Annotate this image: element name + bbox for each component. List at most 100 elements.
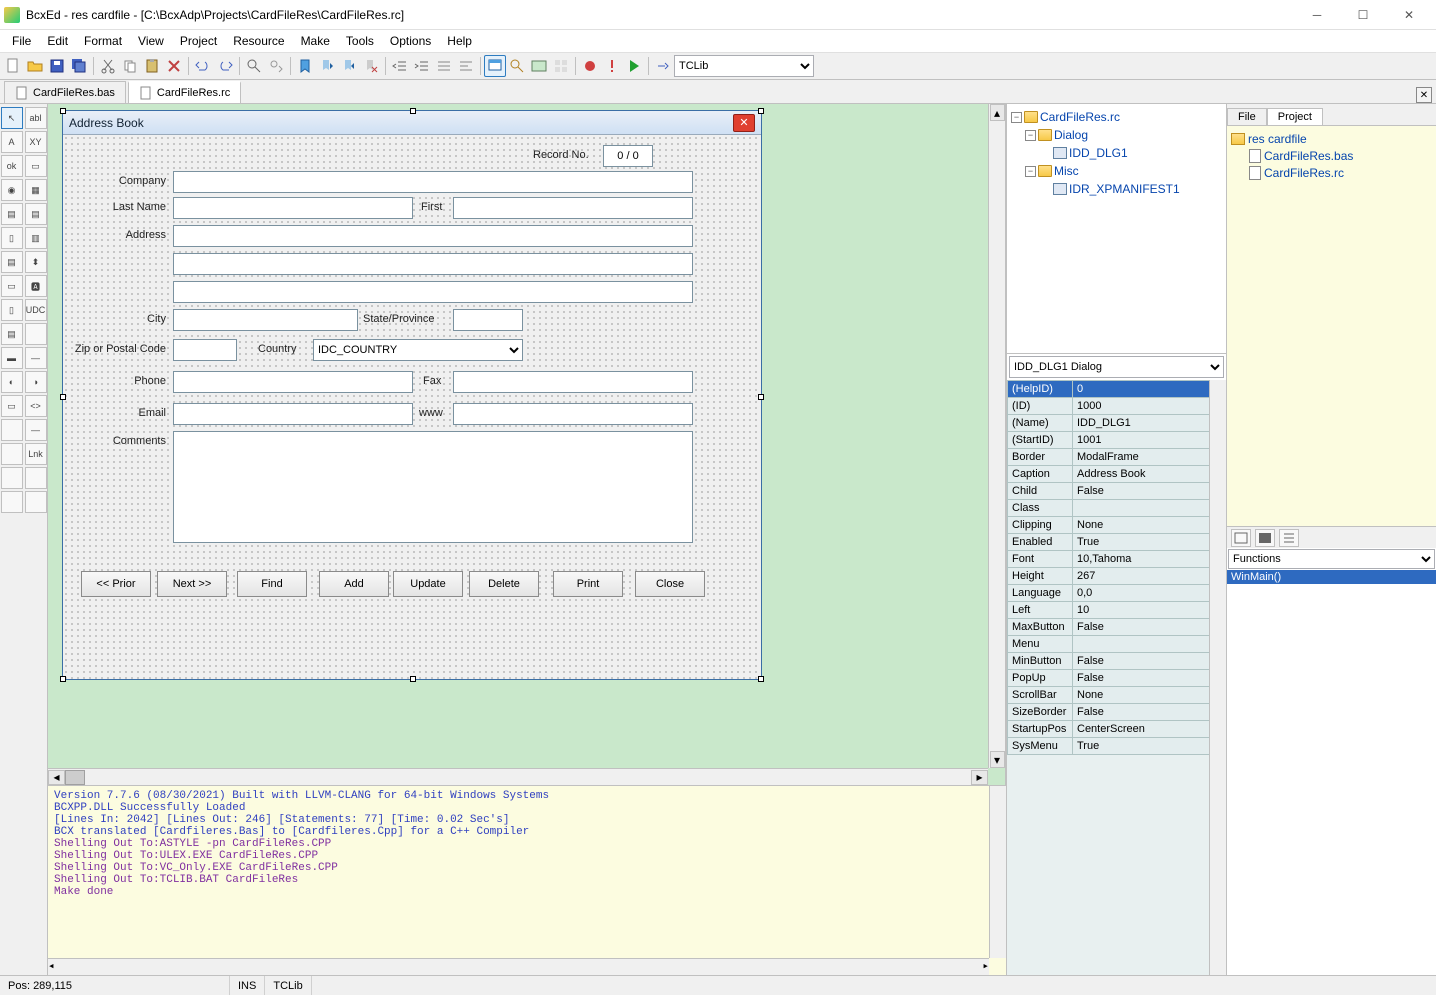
palette-tool[interactable] [25, 467, 47, 489]
functions-list[interactable]: WinMain() [1227, 570, 1436, 975]
dialog-preview[interactable]: Address Book ✕ Record No. Company Last N… [62, 110, 762, 680]
indent-button[interactable] [411, 55, 433, 77]
palette-tool[interactable]: — [25, 419, 47, 441]
resource-tree[interactable]: −CardFileRes.rc −Dialog IDD_DLG1 −Misc I… [1007, 104, 1226, 354]
doc-tab[interactable]: CardFileRes.bas [4, 81, 126, 103]
test-dialog-button[interactable] [506, 55, 528, 77]
dialog-folder[interactable]: Dialog [1054, 128, 1088, 142]
update-button[interactable]: Update [393, 571, 463, 597]
menu-file[interactable]: File [4, 32, 39, 50]
save-button[interactable] [46, 55, 68, 77]
palette-tool[interactable]: ◐ [1, 371, 23, 393]
doc-tab[interactable]: CardFileRes.rc [128, 81, 241, 103]
palette-tool[interactable]: ▤ [1, 203, 23, 225]
breakpoint-button[interactable] [579, 55, 601, 77]
palette-tool[interactable]: Lnk [25, 443, 47, 465]
property-row[interactable]: SizeBorderFalse [1008, 704, 1226, 721]
menu-options[interactable]: Options [382, 32, 439, 50]
redo-button[interactable] [214, 55, 236, 77]
dialog-item[interactable]: IDD_DLG1 [1069, 146, 1128, 160]
find-button[interactable]: Find [237, 571, 307, 597]
expand-icon[interactable]: − [1025, 166, 1036, 177]
properties-grid[interactable]: (HelpID)0(ID)1000(Name)IDD_DLG1(StartID)… [1007, 380, 1226, 975]
uncomment-button[interactable] [455, 55, 477, 77]
menu-format[interactable]: Format [76, 32, 130, 50]
phone-field[interactable] [173, 371, 413, 393]
country-select[interactable]: IDC_COUNTRY [313, 339, 523, 361]
step-button[interactable] [652, 55, 674, 77]
property-row[interactable]: ChildFalse [1008, 483, 1226, 500]
address2-field[interactable] [173, 253, 693, 275]
property-row[interactable]: (Name)IDD_DLG1 [1008, 415, 1226, 432]
property-row[interactable]: EnabledTrue [1008, 534, 1226, 551]
palette-tool[interactable]: A [1, 131, 23, 153]
menu-make[interactable]: Make [293, 32, 338, 50]
property-object-select[interactable]: IDD_DLG1 Dialog [1009, 356, 1224, 378]
palette-tool[interactable]: ▯ [1, 299, 23, 321]
resource-root[interactable]: CardFileRes.rc [1040, 110, 1120, 124]
close-dialog-button[interactable]: Close [635, 571, 705, 597]
property-row[interactable]: Height267 [1008, 568, 1226, 585]
palette-tool[interactable]: ↖ [1, 107, 23, 129]
palette-tool[interactable] [1, 491, 23, 513]
close-window-button[interactable]: ✕ [1386, 0, 1432, 30]
paste-button[interactable] [141, 55, 163, 77]
form-designer-button[interactable] [484, 55, 506, 77]
form-designer[interactable]: Address Book ✕ Record No. Company Last N… [48, 104, 1006, 785]
property-row[interactable]: PopUpFalse [1008, 670, 1226, 687]
palette-tool[interactable]: ok [1, 155, 23, 177]
bookmark-next-button[interactable] [338, 55, 360, 77]
next-button[interactable]: Next >> [157, 571, 227, 597]
copy-button[interactable] [119, 55, 141, 77]
company-field[interactable] [173, 171, 693, 193]
city-field[interactable] [173, 309, 358, 331]
zip-field[interactable] [173, 339, 237, 361]
palette-tool[interactable]: ▯ [1, 227, 23, 249]
side-tab-file[interactable]: File [1227, 108, 1267, 125]
palette-tool[interactable]: ◑ [25, 371, 47, 393]
palette-tool[interactable]: 🅰 [25, 275, 47, 297]
property-row[interactable]: (ID)1000 [1008, 398, 1226, 415]
property-row[interactable]: CaptionAddress Book [1008, 466, 1226, 483]
palette-tool[interactable]: ▤ [25, 203, 47, 225]
property-row[interactable]: SysMenuTrue [1008, 738, 1226, 755]
open-file-button[interactable] [24, 55, 46, 77]
func-view2-button[interactable] [1255, 529, 1275, 547]
property-row[interactable]: (StartID)1001 [1008, 432, 1226, 449]
grid-button[interactable] [550, 55, 572, 77]
property-row[interactable]: Class [1008, 500, 1226, 517]
property-row[interactable]: BorderModalFrame [1008, 449, 1226, 466]
www-field[interactable] [453, 403, 693, 425]
palette-tool[interactable]: — [25, 347, 47, 369]
palette-tool[interactable]: ▭ [1, 275, 23, 297]
palette-tool[interactable] [25, 491, 47, 513]
palette-tool[interactable]: XY [25, 131, 47, 153]
new-file-button[interactable] [2, 55, 24, 77]
palette-tool[interactable] [25, 323, 47, 345]
print-button[interactable]: Print [553, 571, 623, 597]
minimize-button[interactable]: ─ [1294, 0, 1340, 30]
delete-dialog-button[interactable]: Delete [469, 571, 539, 597]
lastname-field[interactable] [173, 197, 413, 219]
menu-resource[interactable]: Resource [225, 32, 292, 50]
property-row[interactable]: Left10 [1008, 602, 1226, 619]
outdent-button[interactable] [389, 55, 411, 77]
comments-field[interactable] [173, 431, 693, 543]
firstname-field[interactable] [453, 197, 693, 219]
palette-tool[interactable]: ⬍ [25, 251, 47, 273]
expand-icon[interactable]: − [1025, 130, 1036, 141]
bookmark-clear-button[interactable] [360, 55, 382, 77]
comment-button[interactable] [433, 55, 455, 77]
prior-button[interactable]: << Prior [81, 571, 151, 597]
property-row[interactable]: MinButtonFalse [1008, 653, 1226, 670]
menu-help[interactable]: Help [439, 32, 480, 50]
property-row[interactable]: Language0,0 [1008, 585, 1226, 602]
property-row[interactable]: Font10,Tahoma [1008, 551, 1226, 568]
manifest-item[interactable]: IDR_XPMANIFEST1 [1069, 182, 1180, 196]
run-button[interactable] [623, 55, 645, 77]
output-scrollbar-v[interactable] [989, 786, 1006, 958]
target-select[interactable]: TCLib [674, 55, 814, 77]
address3-field[interactable] [173, 281, 693, 303]
palette-tool[interactable]: ▬ [1, 347, 23, 369]
func-view1-button[interactable] [1231, 529, 1251, 547]
